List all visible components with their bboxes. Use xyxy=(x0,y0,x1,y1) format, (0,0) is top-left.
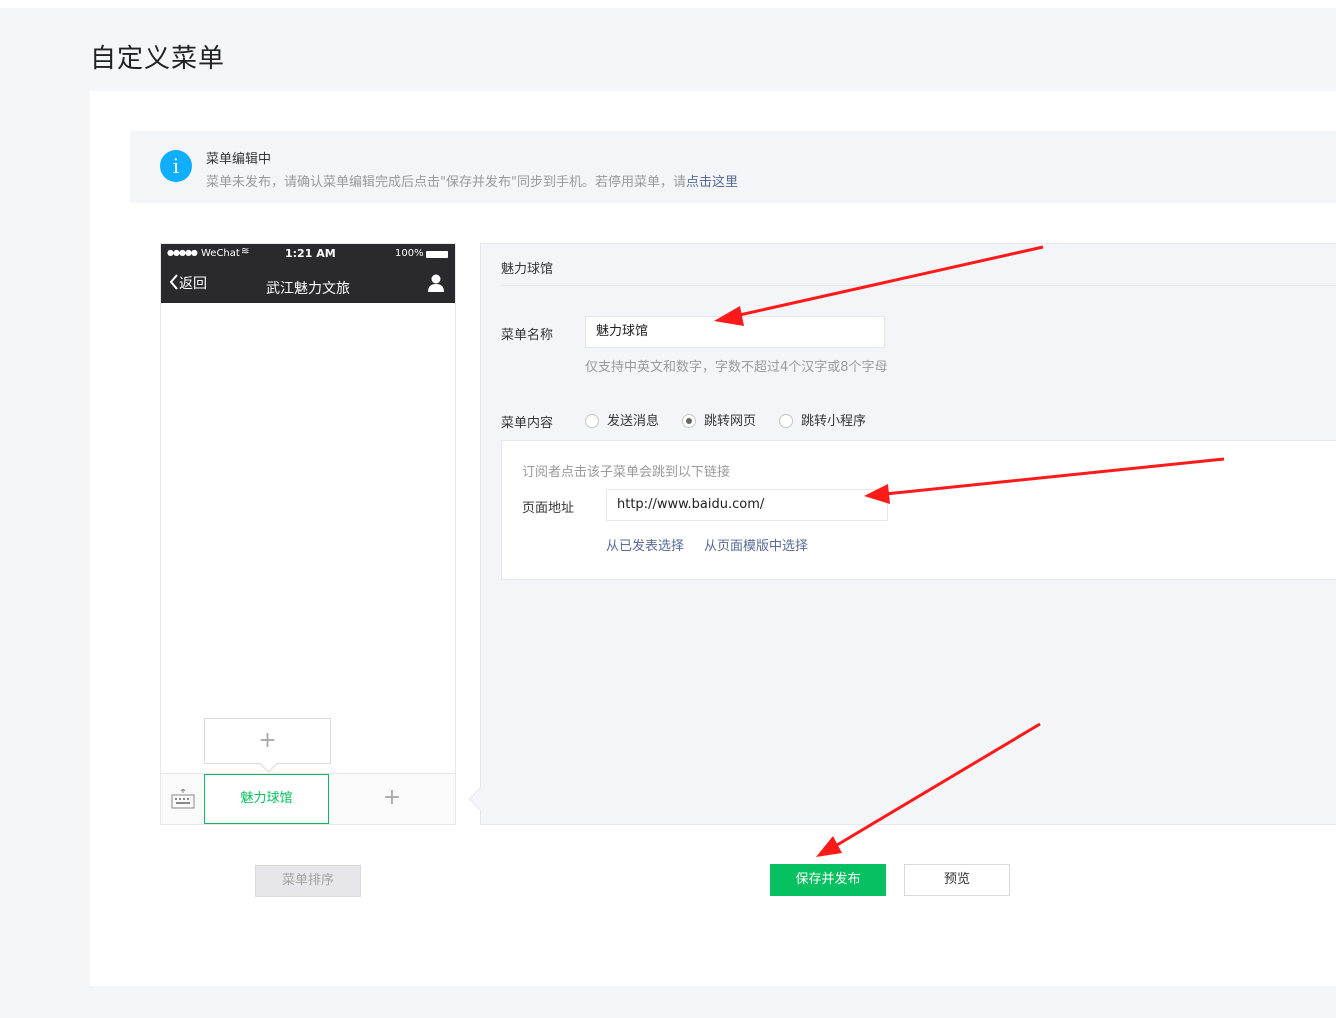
battery-icon xyxy=(426,251,448,258)
preview-button[interactable]: 预览 xyxy=(904,864,1010,896)
page-title: 自定义菜单 xyxy=(90,44,226,74)
radio-label: 跳转网页 xyxy=(704,414,757,429)
panel-pointer xyxy=(468,787,492,811)
menu-sort-button[interactable]: 菜单排序 xyxy=(255,865,361,897)
menu-name-input[interactable]: 魅力球馆 xyxy=(585,316,885,348)
save-publish-button[interactable]: 保存并发布 xyxy=(770,864,886,896)
menu-editor-panel: 魅力球馆 菜单名称 魅力球馆 仅支持中英文和数字，字数不超过4个汉字或8个字母 … xyxy=(468,243,1336,825)
carrier-label: WeChat xyxy=(201,248,240,259)
add-menu-button[interactable]: + xyxy=(329,774,455,824)
menu-name-label: 菜单名称 xyxy=(501,328,554,343)
radio-send-message[interactable]: 发送消息 xyxy=(585,410,659,429)
radio-jump-miniprogram[interactable]: 跳转小程序 xyxy=(779,410,866,429)
wifi-icon: ≋ xyxy=(241,246,250,257)
radio-label: 跳转小程序 xyxy=(801,414,867,429)
top-strip xyxy=(0,0,1336,8)
disable-menu-link[interactable]: 点击这里 xyxy=(686,175,738,190)
notice-description-text: 菜单未发布，请确认菜单编辑完成后点击"保存并发布"同步到手机。若停用菜单，请 xyxy=(206,175,686,190)
menu-bar: 魅力球馆 + xyxy=(161,773,455,824)
page-url-input[interactable]: http://www.baidu.com/ xyxy=(606,489,888,521)
divider xyxy=(501,285,1336,286)
menu-item-active[interactable]: 魅力球馆 xyxy=(204,774,329,824)
page-url-label: 页面地址 xyxy=(522,501,575,516)
editor-title: 魅力球馆 xyxy=(501,262,554,277)
menu-name-tip: 仅支持中英文和数字，字数不超过4个汉字或8个字母 xyxy=(585,360,888,375)
radio-circle-selected xyxy=(682,414,696,428)
notice-banner: i 菜单编辑中 菜单未发布，请确认菜单编辑完成后点击"保存并发布"同步到手机。若… xyxy=(130,131,1336,203)
select-published-link[interactable]: 从已发表选择 xyxy=(606,535,684,554)
add-submenu-button[interactable]: + xyxy=(204,718,331,764)
notice-description: 菜单未发布，请确认菜单编辑完成后点击"保存并发布"同步到手机。若停用菜单，请点击… xyxy=(206,171,738,190)
menu-editor-card: i 菜单编辑中 菜单未发布，请确认菜单编辑完成后点击"保存并发布"同步到手机。若… xyxy=(90,91,1336,986)
radio-circle xyxy=(779,414,793,428)
radio-label: 发送消息 xyxy=(607,414,660,429)
signal-dots: ●●●●● xyxy=(167,248,198,257)
account-title: 武江魅力文旅 xyxy=(266,281,350,297)
notice-title: 菜单编辑中 xyxy=(206,152,272,167)
info-icon: i xyxy=(160,150,192,182)
url-settings-box: 订阅者点击该子菜单会跳到以下链接 页面地址 http://www.baidu.c… xyxy=(501,440,1336,580)
status-time: 1:21 AM xyxy=(285,247,336,260)
user-icon[interactable] xyxy=(427,274,445,292)
phone-preview: ●●●●● WeChat ≋ 1:21 AM 100% 返回 武江魅力文旅 + … xyxy=(160,243,456,825)
keyboard-icon[interactable] xyxy=(171,789,195,809)
url-tip: 订阅者点击该子菜单会跳到以下链接 xyxy=(522,465,731,480)
phone-header: ●●●●● WeChat ≋ 1:21 AM 100% 返回 武江魅力文旅 xyxy=(161,244,455,303)
radio-circle xyxy=(585,414,599,428)
select-template-link[interactable]: 从页面模版中选择 xyxy=(704,535,808,554)
battery-percent: 100% xyxy=(395,248,424,259)
radio-jump-webpage[interactable]: 跳转网页 xyxy=(682,410,756,429)
menu-content-label: 菜单内容 xyxy=(501,416,554,431)
